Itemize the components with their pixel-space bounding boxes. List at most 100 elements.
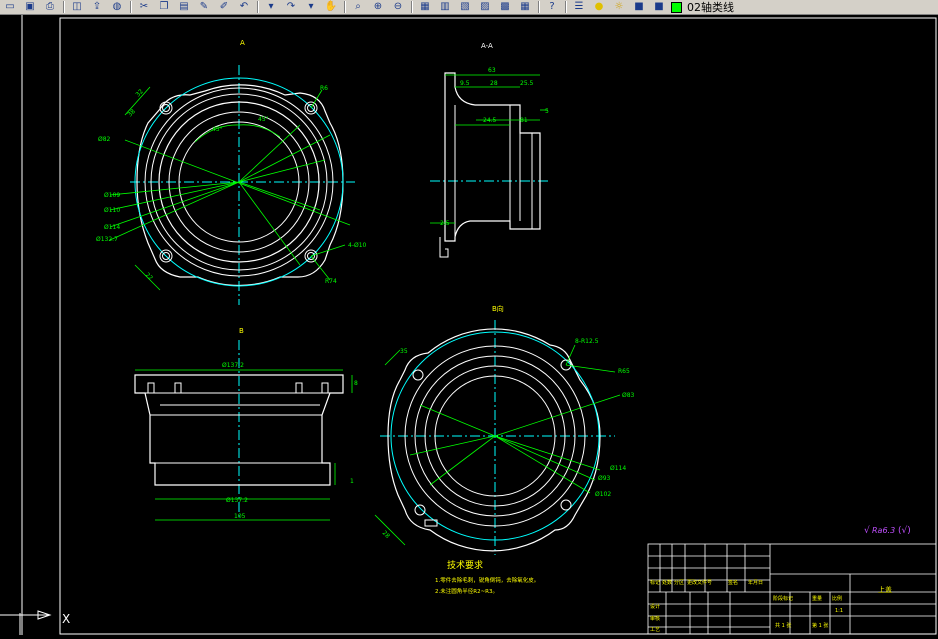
view-b-title: B向 [492,304,504,313]
dim-text: Ø102 [595,491,611,498]
svg-text:标记: 标记 [650,579,660,586]
title-block [647,543,937,635]
zoom-previous-icon[interactable]: ⊖ [390,1,406,13]
globe-icon[interactable]: ◍ [109,1,125,13]
side-view-lugs [147,382,329,394]
front-view: R6 Ø82 Ø109 Ø110 Ø114 Ø132.7 4-Ø10 R74 4… [96,39,367,305]
svg-text:阶段标记: 阶段标记 [773,595,793,602]
section-title: A-A [481,42,493,50]
layer-color-swatch [671,1,682,13]
properties-icon[interactable]: ▦ [417,1,433,13]
part-name: 上盖 [878,585,892,594]
svg-text:设计: 设计 [650,603,660,610]
save-icon[interactable]: ▣ [22,1,38,13]
markup-icon[interactable]: ▩ [497,1,513,13]
cad-drawing[interactable]: R6 Ø82 Ø109 Ø110 Ø114 Ø132.7 4-Ø10 R74 4… [0,15,938,635]
redo-icon[interactable]: ↷ [283,1,299,13]
dim-text: 22 [144,271,154,281]
view-marker-b: B [239,327,244,335]
dim-text: R74 [325,278,337,285]
dim-text: 28 [381,529,391,539]
quickcalc-icon[interactable]: ▦ [517,1,533,13]
dim-text: 1 [350,478,354,485]
dim-text: 45° [212,126,223,133]
svg-text:分区: 分区 [674,579,684,586]
section-view-a-a: A-A 63 9.5 28 25.5 24.5 81 5 2.5 [430,42,550,258]
dim-text: 32 [134,88,144,98]
toolbar-separator [565,1,566,13]
dim-text: R6 [320,85,328,92]
section-profile [444,72,541,242]
dim-text: Ø132.7 [96,236,118,243]
brush-icon[interactable]: ✐ [216,1,232,13]
dim-text: Ø109 [104,192,120,199]
dim-text: 8-R12.5 [575,338,599,345]
print-icon[interactable]: ⎙ [42,1,58,13]
svg-text:第 1 张: 第 1 张 [812,622,828,629]
dim-text: 2.5 [440,220,450,227]
tool-palettes-icon[interactable]: ▧ [457,1,473,13]
view-marker-a: A [240,39,245,47]
publish-icon[interactable]: ⇪ [89,1,105,13]
dim-text: Ø114 [610,465,626,472]
front-view-dim-lines [109,86,351,291]
paste-icon[interactable]: ▤ [176,1,192,13]
copy-icon[interactable]: ❐ [156,1,172,13]
technical-requirements: 技术要求 1.零件去除毛刺，锐角倒钝，去除氧化皮。 2.未注圆角半径R2~R3。 [435,559,539,595]
layers-icon[interactable]: ☰ [571,1,587,13]
dim-text: 24.5 [483,117,497,124]
zoom-realtime-icon[interactable]: ⌕ [350,1,366,13]
dim-text: 4-Ø10 [348,242,367,249]
sheet-set-icon[interactable]: ▨ [477,1,493,13]
open-icon[interactable]: ▭ [2,1,18,13]
roughness-symbol: √ Ra6.3 (√) [864,525,911,536]
pan-icon[interactable]: ✋ [323,1,339,13]
tech-req-line-2: 2.未注圆角半径R2~R3。 [435,587,498,595]
dim-text: Ø114 [104,224,120,231]
svg-text:更改文件号: 更改文件号 [687,579,712,586]
standard-toolbar: ▭ ▣ ⎙ ◫ ⇪ ◍ ✂ ❐ ▤ ✎ ✐ ↶ ▾ ↷ ▾ ✋ ⌕ ⊕ ⊖ ▦ ▥ ▧ ▨ ▩ ▦? ☰ ● ☼ ■ ■ 02轴类线 [0,0,938,15]
current-layer-name[interactable]: 02轴类线 [687,0,734,14]
tech-req-title: 技术要求 [447,559,483,571]
dim-text: 9.5 [460,80,470,87]
dim-text: 28 [490,80,498,87]
view-b: B向 8-R12.5 R65 Ø83 Ø114 Ø93 Ø102 35 28 [374,304,635,555]
dim-text: 81 [520,117,528,124]
svg-text:签名: 签名 [728,579,738,586]
cut-icon[interactable]: ✂ [136,1,152,13]
dim-text: 105 [234,513,246,520]
toolbar-separator [63,1,64,13]
svg-text:比例: 比例 [832,595,842,602]
sun-icon[interactable]: ☼ [611,1,627,13]
dim-text: 8 [354,380,358,387]
match-properties-icon[interactable]: ✎ [196,1,212,13]
dim-text: 25.5 [520,80,534,87]
drawing-border [59,17,937,635]
lightbulb-icon[interactable]: ● [591,1,607,13]
toolbar-separator [411,1,412,13]
svg-text:年月日: 年月日 [748,579,763,586]
dim-text: Ø137.2 [226,497,248,504]
color-icon[interactable]: ■ [651,1,667,13]
lock-icon[interactable]: ■ [631,1,647,13]
ucs-x-label: X [62,612,70,626]
undo-icon[interactable]: ↶ [236,1,252,13]
dim-text: 35 [400,348,408,355]
toolbar-separator [257,1,258,13]
help-icon[interactable]: ? [544,1,560,13]
drawing-canvas[interactable]: R6 Ø82 Ø109 Ø110 Ø114 Ø132.7 4-Ø10 R74 4… [0,15,938,635]
dim-text: 5 [545,108,549,115]
svg-text:1:1: 1:1 [835,608,843,614]
svg-text:共 1 张: 共 1 张 [775,622,791,629]
svg-text:(√): (√) [898,525,911,536]
design-center-icon[interactable]: ▥ [437,1,453,13]
preview-icon[interactable]: ◫ [69,1,85,13]
zoom-window-icon[interactable]: ⊕ [370,1,386,13]
toolbar-separator [130,1,131,13]
side-view: B Ø137.2 Ø137.2 105 8 1 [134,327,358,521]
dim-text: Ø137.2 [222,362,244,369]
dropdown-icon[interactable]: ▾ [263,1,279,13]
tech-req-line-1: 1.零件去除毛刺，锐角倒钝，去除氧化皮。 [435,576,539,584]
dropdown-icon[interactable]: ▾ [303,1,319,13]
dim-text: Ø93 [598,475,611,482]
